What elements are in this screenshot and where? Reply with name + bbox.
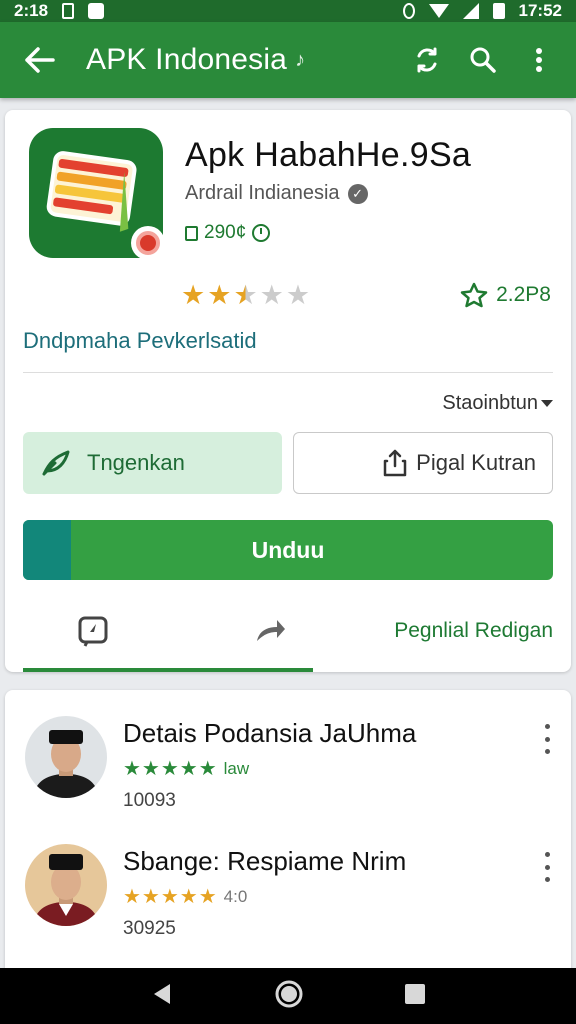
more-vert-icon[interactable] <box>539 724 555 754</box>
share-button[interactable] <box>404 37 450 83</box>
avatar <box>25 844 107 926</box>
review-rating: ★★★★★ law <box>123 756 249 781</box>
review-count: 10093 <box>123 790 176 811</box>
overflow-menu-button[interactable] <box>516 37 562 83</box>
star-empty-icon: ★ <box>285 280 311 310</box>
recommend-button[interactable]: Tngenkan <box>23 432 282 494</box>
app-size: 290¢ <box>185 222 271 244</box>
system-nav-bar <box>0 968 576 1024</box>
status-time-left: 2:18 <box>14 1 49 20</box>
sort-dropdown[interactable]: Staoinbtun <box>442 392 553 415</box>
share-app-button[interactable]: Pigal Kutran <box>293 432 553 494</box>
tab-indicator <box>23 668 313 672</box>
compass-icon <box>78 616 108 647</box>
music-note-icon: ♪ <box>295 48 306 71</box>
nav-back-button[interactable] <box>150 982 174 1011</box>
wifi-icon <box>428 4 449 18</box>
tab-reviews[interactable]: Pegnlial Redigan <box>359 598 571 664</box>
review-title: Detais Podansia JaUhma <box>123 718 417 748</box>
review-rating-value: 4:0 <box>223 886 248 906</box>
share-app-button-label: Pigal Kutran <box>416 450 536 475</box>
dropdown-arrow-icon <box>541 400 553 407</box>
leaf-icon <box>42 450 70 476</box>
review-rating: ★★★★★ 4:0 <box>123 884 247 909</box>
rating-stars: ★ ★ ★ ★ ★ <box>181 282 310 309</box>
avatar <box>25 716 107 798</box>
sort-label: Staoinbtun <box>442 392 538 414</box>
more-vert-icon[interactable] <box>539 852 555 882</box>
star-icon: ★ <box>207 280 232 310</box>
back-button[interactable] <box>20 40 60 80</box>
detail-tabs: Pegnlial Redigan <box>5 598 571 664</box>
list-item[interactable]: Detais Podansia JaUhma ★★★★★ law 10093 <box>5 716 571 836</box>
star-icon: ★ <box>181 280 206 310</box>
review-title: Sbange: Respiame Nrim <box>123 846 407 876</box>
list-item[interactable]: Sbange: Respiame Nrim ★★★★★ 4:0 30925 <box>5 844 571 964</box>
review-count-value: 2.2P8 <box>496 283 551 306</box>
verified-icon: ✓ <box>347 183 368 204</box>
install-progress-bar <box>23 520 71 580</box>
app-details-card: Apk HabahHe.9Sa Ardrail Indianesia ✓ 290… <box>5 110 571 672</box>
share-icon <box>417 47 437 73</box>
status-time-right: 17:52 <box>518 1 562 20</box>
app-bar-title: APK Indonesia <box>86 43 288 76</box>
upload-share-icon <box>383 449 407 477</box>
star-icon: ★★★★★ <box>123 886 218 908</box>
star-half-icon: ★ <box>233 280 258 310</box>
review-count[interactable]: 2.2P8 <box>460 282 551 308</box>
download-size-icon <box>185 225 198 241</box>
arrow-back-icon <box>25 47 55 73</box>
nav-home-button[interactable] <box>274 979 304 1014</box>
star-icon: ★★★★★ <box>123 758 218 780</box>
search-button[interactable] <box>460 37 506 83</box>
battery-icon <box>492 3 505 19</box>
app-category-link[interactable]: Dndpmaha Pevkerlsatid <box>23 328 257 354</box>
reviews-card: Detais Podansia JaUhma ★★★★★ law 10093 S… <box>5 690 571 980</box>
install-button-label: Unduu <box>251 536 325 563</box>
star-outline-icon <box>460 282 488 308</box>
search-icon <box>470 47 496 73</box>
status-bar: 2:18 17:52 <box>0 0 576 22</box>
review-count: 30925 <box>123 918 176 939</box>
nav-home-icon <box>275 980 303 1007</box>
notification-icon <box>62 3 75 19</box>
app-notification-icon <box>88 3 105 19</box>
app-bar: APK Indonesia ♪ <box>0 22 576 98</box>
app-badge-icon <box>131 226 165 260</box>
tab-share[interactable] <box>182 598 359 664</box>
recommend-button-label: Tngenkan <box>87 450 185 475</box>
signal-icon <box>462 3 479 19</box>
nav-recents-button[interactable] <box>404 983 426 1010</box>
star-empty-icon: ★ <box>259 280 284 310</box>
divider <box>23 372 553 373</box>
developer-name: Ardrail Indianesia <box>185 182 340 204</box>
developer-link[interactable]: Ardrail Indianesia ✓ <box>185 182 368 205</box>
install-button[interactable]: Unduu <box>23 520 553 580</box>
app-icon <box>29 128 165 260</box>
clock-icon <box>252 224 271 242</box>
app-title: Apk HabahHe.9Sa <box>185 136 472 174</box>
tab-details[interactable] <box>5 598 182 664</box>
nav-recents-icon <box>405 983 425 1004</box>
app-size-value: 290¢ <box>204 222 247 243</box>
more-vert-icon <box>536 48 542 72</box>
forward-arrow-icon <box>257 620 286 641</box>
review-rating-value: law <box>223 758 250 778</box>
nav-back-icon <box>154 983 170 1004</box>
alarm-icon <box>402 3 415 19</box>
